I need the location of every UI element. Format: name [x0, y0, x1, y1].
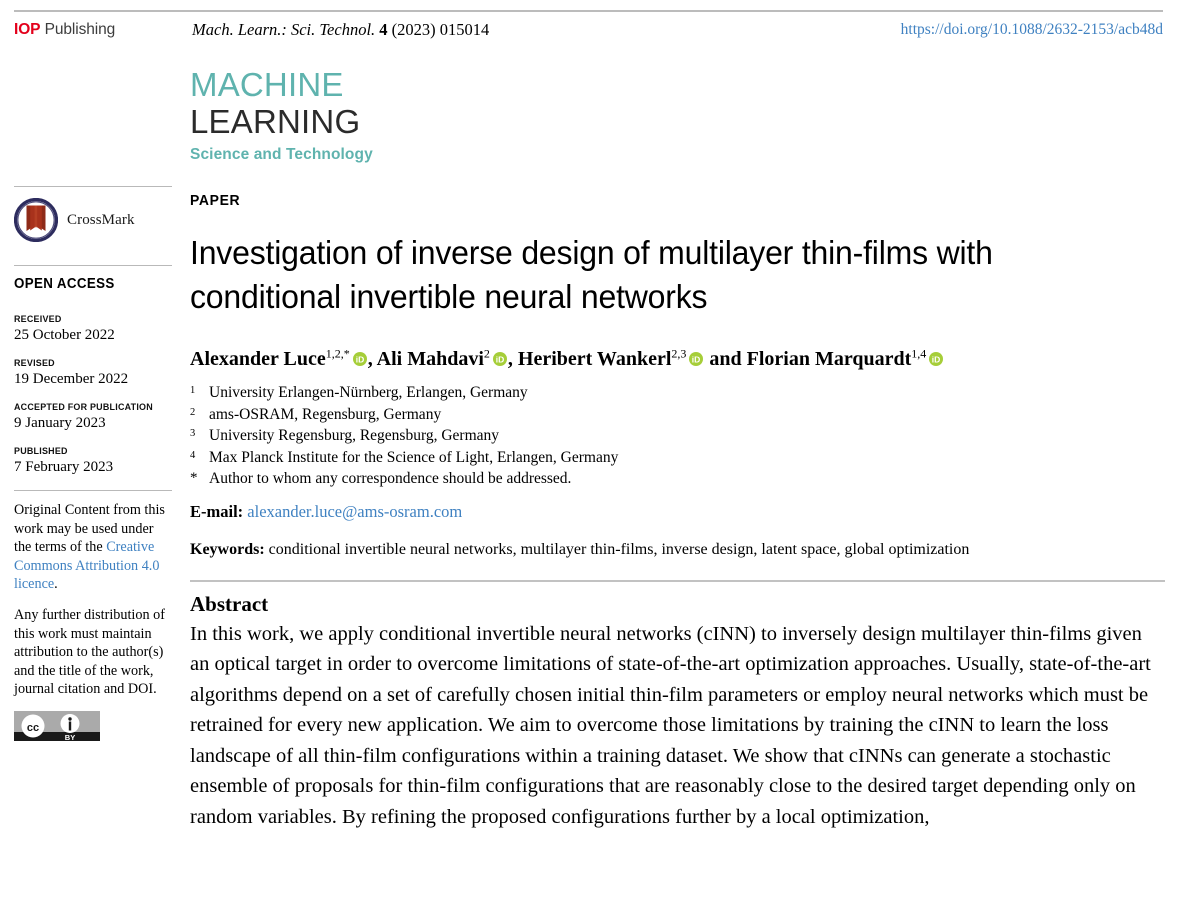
- svg-text:cc: cc: [27, 722, 39, 734]
- journal-masthead-logo: MACHINE LEARNING Science and Technology: [190, 68, 373, 163]
- license-paragraph-1: Original Content from this work may be u…: [14, 501, 174, 594]
- crossmark-badge[interactable]: CrossMark: [13, 197, 174, 243]
- sidebar-rule-open-access: [14, 265, 172, 266]
- affiliation-number: 1: [190, 385, 196, 396]
- article-type-label: PAPER: [190, 192, 241, 209]
- affiliation-text: University Regensburg, Regensburg, Germa…: [209, 427, 500, 445]
- journal-citation: Mach. Learn.: Sci. Technol. 4 (2023) 015…: [192, 20, 489, 40]
- author-affil-sup: 2: [483, 346, 490, 361]
- affiliation-text: Max Planck Institute for the Science of …: [209, 448, 619, 466]
- affiliation-list: 1 University Erlangen-Nürnberg, Erlangen…: [190, 382, 1165, 490]
- keywords-row: Keywords: conditional invertible neural …: [190, 541, 1165, 559]
- abstract-heading: Abstract: [190, 591, 269, 616]
- affiliation-item: 4 Max Planck Institute for the Science o…: [190, 447, 1165, 469]
- meta-received: RECEIVED 25 October 2022: [14, 314, 174, 345]
- author-affil-sup: 1,4: [911, 346, 927, 361]
- affiliation-number: 2: [190, 406, 196, 418]
- author-entry: Ali Mahdavi2 iD,: [376, 346, 518, 370]
- meta-received-value: 25 October 2022: [14, 327, 115, 343]
- email-row: E-mail: alexander.luce@ams-osram.com: [190, 502, 1165, 522]
- affiliation-text: ams-OSRAM, Regensburg, Germany: [209, 405, 442, 423]
- orcid-icon[interactable]: iD: [492, 347, 507, 366]
- svg-text:iD: iD: [355, 354, 364, 364]
- meta-accepted-label: ACCEPTED FOR PUBLICATION: [14, 402, 153, 413]
- sidebar-rule-top: [14, 186, 172, 187]
- abstract-divider: [190, 579, 1165, 582]
- author-name: Alexander Luce: [190, 348, 326, 370]
- masthead-line-machine: MACHINE: [190, 66, 344, 103]
- meta-published-label: PUBLISHED: [14, 446, 68, 457]
- author-list: Alexander Luce1,2,* iD, Ali Mahdavi2 iD, H…: [190, 346, 1165, 372]
- abstract-text: In this work, we apply conditional inver…: [190, 622, 1151, 828]
- article-main-column: PAPER Investigation of inverse design of…: [190, 192, 1165, 832]
- email-link[interactable]: alexander.luce@ams-osram.com: [247, 502, 462, 521]
- orcid-icon[interactable]: iD: [689, 347, 704, 366]
- meta-revised-value: 19 December 2022: [14, 371, 129, 387]
- meta-revised: REVISED 19 December 2022: [14, 358, 174, 389]
- affiliation-number: 3: [190, 428, 196, 440]
- cc-badge-by-text: BY: [65, 733, 75, 741]
- open-access-badge: OPEN ACCESS: [14, 276, 115, 292]
- author-name: Florian Marquardt: [746, 348, 912, 370]
- article-metadata-sidebar: CrossMark OPEN ACCESS RECEIVED 25 Octobe…: [13, 186, 174, 746]
- affiliation-item: 1 University Erlangen-Nürnberg, Erlangen…: [190, 382, 1165, 404]
- author-affil-sup: 2,3: [671, 346, 687, 361]
- author-separator: ,: [507, 348, 518, 370]
- affiliation-item: 2 ams-OSRAM, Regensburg, Germany: [190, 404, 1165, 426]
- orcid-icon[interactable]: iD: [929, 347, 944, 366]
- meta-revised-label: REVISED: [14, 358, 55, 369]
- meta-accepted-value: 9 January 2023: [14, 415, 106, 431]
- header-rule: [14, 10, 1163, 12]
- author-entry: Alexander Luce1,2,* iD,: [190, 346, 377, 370]
- corresponding-author-note: * Author to whom any correspondence shou…: [190, 468, 1165, 490]
- crossmark-label: CrossMark: [67, 211, 135, 228]
- meta-received-label: RECEIVED: [14, 314, 62, 325]
- journal-volume: 4: [379, 20, 388, 39]
- author-entry: Florian Marquardt1,4 iD: [746, 346, 945, 370]
- meta-accepted: ACCEPTED FOR PUBLICATION 9 January 2023: [14, 402, 174, 433]
- author-affil-sup: 1,2,*: [325, 346, 350, 361]
- iop-logo-word: Publishing: [44, 21, 116, 38]
- author-entry: Heribert Wankerl2,3 iD and: [517, 346, 747, 370]
- page-title: Investigation of inverse design of multi…: [190, 235, 993, 316]
- cc-by-badge-icon[interactable]: cc BY: [14, 710, 100, 745]
- keywords-value: conditional invertible neural networks, …: [268, 540, 970, 558]
- meta-published-value: 7 February 2023: [14, 459, 114, 475]
- affiliation-number: 4: [190, 449, 196, 461]
- author-name: Ali Mahdavi: [376, 348, 484, 370]
- affiliation-item: 3 University Regensburg, Regensburg, Ger…: [190, 425, 1165, 447]
- svg-text:iD: iD: [692, 354, 701, 364]
- license-text-after: .: [54, 576, 58, 593]
- author-separator: and: [704, 348, 747, 370]
- masthead-line-learning: LEARNING: [190, 103, 361, 140]
- masthead-line-subtitle: Science and Technology: [190, 146, 373, 163]
- svg-text:iD: iD: [496, 354, 505, 364]
- journal-abbrev: Mach. Learn.: Sci. Technol.: [192, 20, 376, 39]
- corresponding-text: Author to whom any correspondence should…: [209, 470, 572, 488]
- iop-publishing-logo: IOP Publishing: [14, 21, 115, 39]
- affiliation-text: University Erlangen-Nürnberg, Erlangen, …: [209, 384, 528, 401]
- license-paragraph-2: Any further distribution of this work mu…: [14, 606, 165, 698]
- author-name: Heribert Wankerl: [517, 348, 672, 370]
- email-label: E-mail:: [190, 501, 244, 521]
- author-separator: ,: [367, 348, 377, 370]
- journal-issue: (2023) 015014: [391, 20, 490, 39]
- svg-text:iD: iD: [932, 354, 941, 364]
- license-notice: Original Content from this work may be u…: [14, 501, 174, 699]
- iop-logo-mark: IOP: [14, 21, 41, 38]
- keywords-label: Keywords:: [190, 540, 265, 558]
- doi-link[interactable]: https://doi.org/10.1088/2632-2153/acb48d: [901, 21, 1163, 39]
- meta-published: PUBLISHED 7 February 2023: [14, 446, 174, 477]
- crossmark-icon: [13, 197, 59, 243]
- corresponding-marker: *: [190, 470, 198, 487]
- page-header: IOP Publishing Mach. Learn.: Sci. Techno…: [0, 0, 1200, 52]
- orcid-icon[interactable]: iD: [352, 347, 367, 366]
- sidebar-rule-license: [14, 490, 172, 491]
